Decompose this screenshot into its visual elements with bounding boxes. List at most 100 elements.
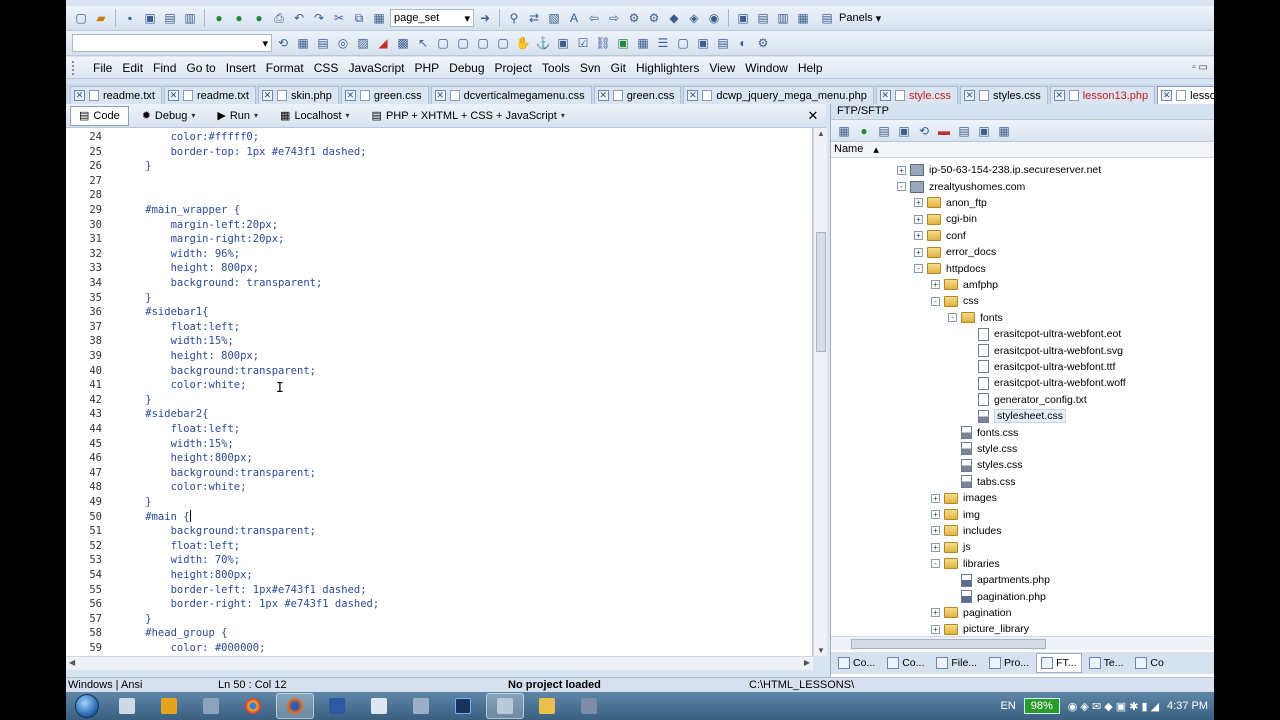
menu-help[interactable]: Help <box>793 61 828 75</box>
tree-node[interactable]: erasitcpot-ultra-webfont.svg <box>965 342 1123 358</box>
taskbar-app3[interactable] <box>192 693 230 719</box>
editor-vertical-scrollbar[interactable]: ▲ ▼ <box>813 128 827 656</box>
menu-highlighters[interactable]: Highlighters <box>631 61 704 75</box>
code-line[interactable]: 51 background:transparent; <box>66 524 316 539</box>
div-icon[interactable]: ▢ <box>434 34 452 52</box>
check-icon[interactable]: ☑ <box>574 34 592 52</box>
editor-horizontal-scrollbar[interactable]: ◀ ▶ <box>66 656 813 670</box>
code-line[interactable]: 48 color:white; <box>66 480 246 495</box>
ftp-save-icon[interactable]: ▥ <box>181 9 199 27</box>
tree-node[interactable]: - libraries <box>931 556 1000 572</box>
tree-node[interactable]: - httpdocs <box>914 260 986 276</box>
layout-1-icon[interactable]: ▣ <box>734 9 752 27</box>
hand-icon[interactable]: ✋ <box>514 34 532 52</box>
tree-node[interactable]: erasitcpot-ultra-webfont.woff <box>965 375 1126 391</box>
code-line[interactable]: 38 width:15%; <box>66 334 233 349</box>
break-icon[interactable]: ▢ <box>494 34 512 52</box>
code-line[interactable]: 58 #head_group { <box>66 626 227 641</box>
expand-icon[interactable]: + <box>931 493 940 503</box>
tree-node[interactable]: + cgi-bin <box>914 211 977 227</box>
tag-icon[interactable]: ◢ <box>374 34 392 52</box>
ftp-upload-icon[interactable]: ▤ <box>955 122 973 140</box>
localhost-button[interactable]: ▦ Localhost ▾ <box>271 106 359 126</box>
code-line[interactable]: 50 #main { <box>66 509 191 525</box>
taskbar-firefox[interactable] <box>276 693 314 719</box>
menu-php[interactable]: PHP <box>409 61 444 75</box>
print-icon[interactable]: ⎙ <box>270 9 288 27</box>
menu-git[interactable]: Git <box>606 61 631 75</box>
grid-icon[interactable]: ▦ <box>634 34 652 52</box>
close-tab-icon[interactable]: ✕ <box>879 90 891 101</box>
menu-find[interactable]: Find <box>148 61 181 75</box>
language-indicator[interactable]: EN <box>1000 700 1015 712</box>
macro-icon[interactable]: ⚙ <box>645 9 663 27</box>
code-line[interactable]: 31 margin-right:20px; <box>66 232 284 247</box>
back-icon[interactable]: ⇦ <box>585 9 603 27</box>
tree-node[interactable]: fonts.css <box>948 424 1018 440</box>
document-tab[interactable]: ✕ green.css <box>340 86 429 104</box>
syntax-button[interactable]: ▤ PHP + XHTML + CSS + JavaScript ▾ <box>363 106 574 126</box>
menu-view[interactable]: View <box>704 61 740 75</box>
collapse-icon[interactable]: - <box>931 296 940 306</box>
tree-node[interactable]: - zrealtyushomes.com <box>897 178 1025 194</box>
page-set-combo[interactable]: page_set ▾ <box>390 9 474 27</box>
paragraph-icon[interactable]: ▢ <box>474 34 492 52</box>
list-icon[interactable]: ☰ <box>654 34 672 52</box>
document-tab[interactable]: ✕ style.css <box>875 86 959 104</box>
document-tab[interactable]: ✕ dcverticalmegamenu.css <box>430 86 592 104</box>
document-tab[interactable]: ✕ dcwp_jquery_mega_menu.php <box>683 86 874 104</box>
taskbar-folder[interactable] <box>528 693 566 719</box>
undo-icon[interactable]: ↶ <box>290 9 308 27</box>
image-insert-icon[interactable]: ▣ <box>614 34 632 52</box>
tree-node[interactable]: - fonts <box>948 310 1003 326</box>
form-icon[interactable]: ▤ <box>314 34 332 52</box>
tree-node[interactable]: stylesheet.css <box>965 408 1066 424</box>
new-file-icon[interactable]: ▢ <box>72 9 90 27</box>
tree-node[interactable]: erasitcpot-ultra-webfont.eot <box>965 326 1121 342</box>
tree-node[interactable]: + js <box>931 539 971 555</box>
taskbar-app12[interactable] <box>570 693 608 719</box>
copy-icon[interactable]: ⧉ <box>350 9 368 27</box>
panel-tab[interactable]: Pro... <box>984 653 1034 673</box>
globe-icon[interactable]: ◉ <box>705 9 723 27</box>
document-tab[interactable]: ✕ lesson13.php <box>1049 86 1156 104</box>
source-icon[interactable]: ▣ <box>694 34 712 52</box>
style-combo[interactable]: ▾ <box>72 34 272 52</box>
tree-node[interactable]: + images <box>931 490 997 506</box>
code-line[interactable]: 33 height: 800px; <box>66 261 259 276</box>
code-editor[interactable]: 24 color:#fffff0; 25 border-top: 1px #e74… <box>66 128 813 656</box>
ftp-folder-icon[interactable]: ▦ <box>835 122 853 140</box>
code-line[interactable]: 56 border-right: 1px #e743f1 dashed; <box>66 597 379 612</box>
expand-icon[interactable]: + <box>914 198 923 208</box>
code-line[interactable]: 24 color:#fffff0; <box>66 130 259 145</box>
panel-tab[interactable]: Te... <box>1084 653 1129 673</box>
expand-icon[interactable]: + <box>931 510 940 520</box>
scroll-thumb[interactable] <box>851 639 1046 649</box>
code-line[interactable]: 29 #main_wrapper { <box>66 203 240 218</box>
close-file-icon[interactable]: ▤ <box>161 9 179 27</box>
expand-icon[interactable]: + <box>931 624 940 634</box>
menu-css[interactable]: CSS <box>309 61 344 75</box>
taskbar-chrome[interactable] <box>234 693 272 719</box>
menu-svn[interactable]: Svn <box>575 61 606 75</box>
close-tab-icon[interactable]: ✕ <box>1161 90 1173 101</box>
close-tab-icon[interactable]: ✕ <box>687 90 699 101</box>
go-arrow-icon[interactable]: ➜ <box>476 9 494 27</box>
taskbar-app8[interactable] <box>402 693 440 719</box>
code-line[interactable]: 34 background: transparent; <box>66 276 322 291</box>
validate-icon[interactable]: ◐ <box>734 34 752 52</box>
document-tab[interactable]: ✕ readme.txt <box>163 86 256 104</box>
preview-icon[interactable]: ▤ <box>714 34 732 52</box>
expand-icon[interactable]: + <box>914 231 923 241</box>
menu-file[interactable]: File <box>88 61 117 75</box>
collapse-icon[interactable]: - <box>948 313 957 323</box>
tree-node[interactable]: + pagination <box>931 605 1011 621</box>
menu-insert[interactable]: Insert <box>221 61 261 75</box>
save-icon[interactable]: ▪ <box>121 9 139 27</box>
tree-node[interactable]: + picture_library <box>931 621 1029 636</box>
tree-node[interactable]: + img <box>931 506 980 522</box>
redo-icon[interactable]: ↷ <box>310 9 328 27</box>
code-line[interactable]: 54 height:800px; <box>66 568 252 583</box>
tree-node[interactable]: + anon_ftp <box>914 195 987 211</box>
select-icon[interactable]: ↖ <box>414 34 432 52</box>
